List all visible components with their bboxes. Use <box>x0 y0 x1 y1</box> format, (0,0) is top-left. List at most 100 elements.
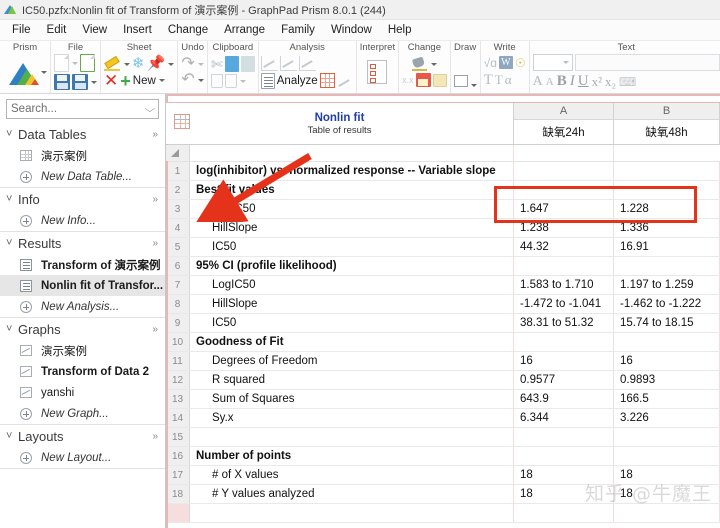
chevron-down-icon[interactable] <box>197 78 204 82</box>
cell-b[interactable]: 1.336 <box>614 219 720 237</box>
expand-icon[interactable]: » <box>152 431 158 442</box>
table-row[interactable]: 18 # Y values analyzed 18 18 <box>166 485 720 504</box>
chevron-down-icon[interactable]: ˅ <box>6 193 18 205</box>
chevron-down-icon[interactable] <box>158 79 165 82</box>
chevron-down-icon[interactable] <box>72 61 78 65</box>
sidebar-item-graph-transform-of-data-2[interactable]: Transform of Data 2 <box>0 361 165 382</box>
cell-a[interactable] <box>514 447 614 465</box>
pin-icon[interactable]: 📌 <box>147 56 166 71</box>
column-header-b[interactable]: B 缺氧48h <box>614 103 720 144</box>
chevron-down-icon[interactable] <box>124 62 130 66</box>
chevron-down-icon[interactable]: ⌵ <box>145 104 156 115</box>
nav-header-data-tables[interactable]: ˅ Data Tables » <box>0 123 165 145</box>
search-input[interactable]: Search... ⌵ <box>6 99 159 119</box>
select-all-row[interactable] <box>166 145 720 162</box>
interpret-checklist-icon[interactable] <box>367 60 388 84</box>
table-row[interactable] <box>166 504 720 523</box>
cell-a[interactable]: 16 <box>514 352 614 370</box>
nav-header-graphs[interactable]: ˅ Graphs » <box>0 318 165 340</box>
save-icon[interactable] <box>54 74 70 90</box>
analysis-curve-icon-2[interactable] <box>279 55 297 71</box>
menu-item-arrange[interactable]: Arrange <box>216 22 273 38</box>
table-row[interactable]: 4 HillSlope 1.238 1.336 <box>166 219 720 238</box>
sidebar-item-new-data-table[interactable]: New Data Table... <box>0 166 165 187</box>
cell-b[interactable]: 16.91 <box>614 238 720 256</box>
cell-b[interactable] <box>614 257 720 275</box>
trendline-icon[interactable] <box>337 73 354 88</box>
sidebar-item-transform-of-demo[interactable]: Transform of 演示案例 <box>0 254 165 275</box>
cell-b[interactable]: 3.226 <box>614 409 720 427</box>
analysis-curve-icon-1[interactable] <box>260 55 278 71</box>
font-name-input[interactable] <box>574 54 720 71</box>
fill-color-icon[interactable] <box>411 57 428 71</box>
results-sheet[interactable]: Nonlin fit Table of results A 缺氧24h B 缺氧… <box>166 94 720 528</box>
change-cell-icon[interactable] <box>432 73 447 87</box>
table-row[interactable]: 15 <box>166 428 720 447</box>
menu-item-help[interactable]: Help <box>380 22 420 38</box>
menu-item-family[interactable]: Family <box>273 22 323 38</box>
cell-a[interactable]: 18 <box>514 485 614 503</box>
cell-a[interactable] <box>514 257 614 275</box>
cell-b[interactable] <box>614 447 720 465</box>
rename-sheet-icon[interactable] <box>104 57 121 72</box>
cell-a[interactable]: 44.32 <box>514 238 614 256</box>
table-row[interactable]: 1 log(inhibitor) vs. normalized response… <box>166 162 720 181</box>
text-small-icon[interactable]: T <box>495 72 503 88</box>
undo-icon[interactable]: ↶ <box>181 72 194 88</box>
table-row[interactable]: 14 Sy.x 6.344 3.226 <box>166 409 720 428</box>
chevron-down-icon[interactable]: ˅ <box>6 323 18 335</box>
table-row[interactable]: 2 Best-fit values <box>166 181 720 200</box>
cell-a[interactable]: 1.647 <box>514 200 614 218</box>
menu-item-change[interactable]: Change <box>160 22 216 38</box>
add-sheet-icon[interactable]: + <box>120 72 131 90</box>
cell-a[interactable]: 643.9 <box>514 390 614 408</box>
table-row[interactable]: 17 # of X values 18 18 <box>166 466 720 485</box>
cell-b[interactable]: 1.197 to 1.259 <box>614 276 720 294</box>
cell-a[interactable] <box>514 162 614 180</box>
paste-icon[interactable] <box>210 74 223 88</box>
copy-special-icon[interactable] <box>240 56 255 72</box>
chevron-down-icon[interactable] <box>91 80 97 84</box>
cell-a[interactable]: -1.472 to -1.041 <box>514 295 614 313</box>
font-size-select[interactable] <box>532 54 573 71</box>
expand-icon[interactable]: » <box>152 194 158 205</box>
menu-item-insert[interactable]: Insert <box>115 22 160 38</box>
equation-icon[interactable]: √ɑ <box>484 56 497 70</box>
select-all-corner[interactable] <box>166 145 190 161</box>
italic-icon[interactable]: I <box>570 73 575 90</box>
table-row[interactable]: 9 IC50 38.31 to 51.32 15.74 to 18.15 <box>166 314 720 333</box>
chevron-down-icon[interactable] <box>470 84 477 87</box>
bold-icon[interactable]: B <box>557 73 567 90</box>
decrease-font-icon[interactable]: A <box>546 76 554 88</box>
cut-icon[interactable]: ✄ <box>211 57 223 71</box>
prism-logo-button[interactable] <box>3 57 47 87</box>
cell-b[interactable] <box>614 428 720 446</box>
cell-a[interactable]: 1.238 <box>514 219 614 237</box>
nav-header-info[interactable]: ˅ Info » <box>0 188 165 210</box>
cell-b[interactable]: 16 <box>614 352 720 370</box>
sidebar-item-new-analysis[interactable]: New Analysis... <box>0 296 165 317</box>
analyze-button[interactable]: Analyze <box>277 75 318 87</box>
change-table-icon[interactable] <box>415 73 431 87</box>
cell-a[interactable]: 18 <box>514 466 614 484</box>
cell-b[interactable]: 0.9893 <box>614 371 720 389</box>
clear-formatting-icon[interactable]: ⌨ <box>619 75 636 89</box>
nav-header-layouts[interactable]: ˅ Layouts » <box>0 425 165 447</box>
draw-rectangle-icon[interactable] <box>453 75 468 87</box>
sidebar-item-graph-demo[interactable]: 演示案例 <box>0 340 165 361</box>
info-link-icon[interactable]: ☉ <box>515 56 526 70</box>
table-row[interactable]: 13 Sum of Squares 643.9 166.5 <box>166 390 720 409</box>
chevron-down-icon[interactable]: ˅ <box>6 430 18 442</box>
chevron-down-icon[interactable] <box>197 62 204 66</box>
paste-special-icon[interactable] <box>224 74 237 88</box>
menu-item-view[interactable]: View <box>74 22 115 38</box>
chevron-down-icon[interactable]: ˅ <box>6 128 18 140</box>
table-row[interactable]: 11 Degrees of Freedom 16 16 <box>166 352 720 371</box>
superscript-icon[interactable]: x² <box>592 74 602 90</box>
table-row[interactable]: 16 Number of points <box>166 447 720 466</box>
cell-b[interactable]: 18 <box>614 466 720 484</box>
cell-b[interactable]: 15.74 to 18.15 <box>614 314 720 332</box>
table-row[interactable]: 5 IC50 44.32 16.91 <box>166 238 720 257</box>
sidebar-item-new-graph[interactable]: New Graph... <box>0 403 165 424</box>
freeze-icon[interactable]: ❄ <box>132 56 145 71</box>
